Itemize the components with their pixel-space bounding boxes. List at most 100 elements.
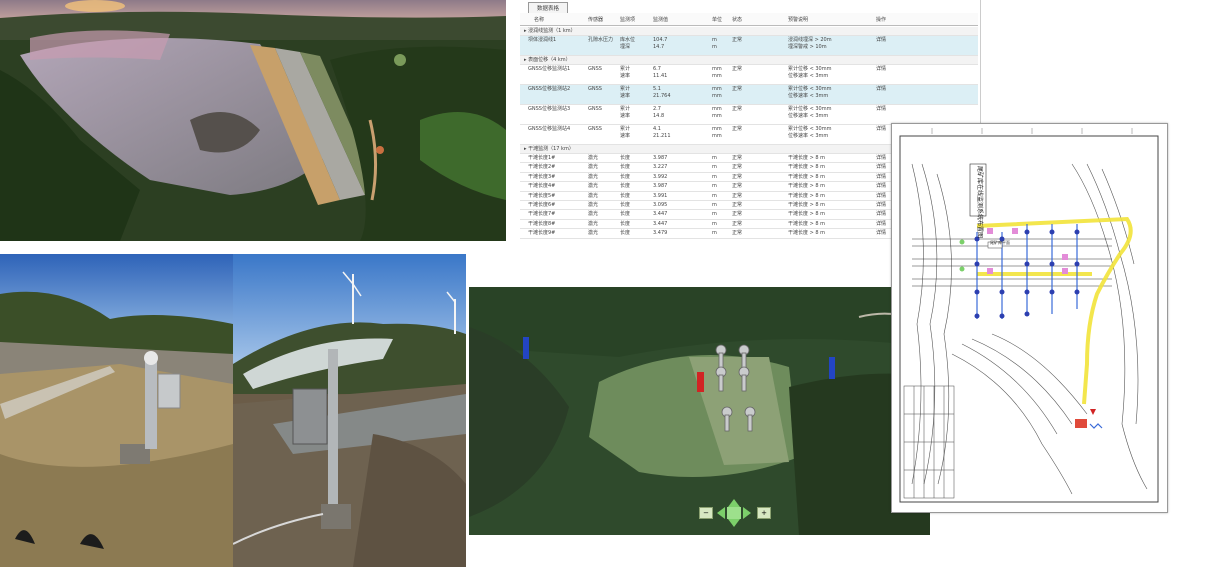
table-cell[interactable]: 详情 [876, 86, 886, 93]
table-cell: 激光 [588, 230, 599, 237]
table-cell: 6.7 11.41 [653, 66, 668, 79]
pan-up-arrow-icon[interactable] [728, 499, 740, 507]
table-cell: 累计位移 < 30mm 位移速率 < 3mm [788, 126, 832, 139]
table-cell[interactable]: 详情 [876, 221, 886, 228]
table-cell[interactable]: 详情 [876, 126, 886, 133]
tab-data-table[interactable]: 数据表格 [528, 2, 569, 13]
table-cell: 正常 [732, 220, 743, 227]
table-cell: m m [712, 37, 717, 50]
table-cell: 3.991 [653, 192, 668, 199]
table-cell: GNSS [588, 106, 602, 112]
table-cell: 长度 [620, 230, 631, 237]
zoom-out-button[interactable]: − [699, 507, 713, 519]
table-cell: 正常 [732, 164, 743, 171]
pan-left-arrow-icon[interactable] [717, 507, 725, 519]
table-cell[interactable]: 详情 [876, 230, 886, 237]
column-header: 操作 [876, 17, 887, 23]
table-tab-bar: 数据表格 [528, 2, 569, 13]
zoom-in-button[interactable]: + [757, 507, 771, 519]
table-cell: m [712, 192, 717, 199]
layout-drawing-illustration: 尾矿库在线监测系统布置图 尾矿库平面 [899, 128, 1159, 503]
table-cell: 正常 [732, 202, 743, 208]
table-row[interactable]: GNSS位移监测站2 GNSS 累计 速率 5.1 21.764 mm mm 正常 累计位移… [520, 85, 978, 105]
table-cell: 正常 [732, 183, 743, 190]
table-cell[interactable]: 详情 [876, 164, 886, 171]
table-cell: GNSS位移监测站2 [528, 86, 571, 92]
table-cell: m [712, 155, 717, 161]
table-cell: 正常 [732, 230, 743, 237]
table-cell: 累计 速率 [620, 66, 631, 79]
table-cell: 长度 [620, 155, 631, 161]
pan-down-arrow-icon[interactable] [728, 519, 740, 527]
table-cell: 长度 [620, 211, 631, 218]
table-cell: 激光 [588, 164, 599, 171]
table-cell: 激光 [588, 202, 599, 208]
table-cell: 3.987 [653, 155, 668, 161]
table-cell: 2.7 14.8 [653, 106, 665, 119]
table-row[interactable]: GNSS位移监测站3 GNSS 累计 速率 2.7 14.8 mm mm 正常 累计位移 <… [520, 105, 978, 125]
pan-right-arrow-icon[interactable] [743, 507, 751, 519]
drawing-plan-label: 尾矿库平面 [990, 239, 1010, 245]
column-header: 预警说明 [788, 17, 809, 23]
table-cell: 干滩长度6# [528, 202, 556, 208]
table-cell: ▸ 干滩监测（17 km） [524, 146, 574, 152]
table-cell: m [712, 220, 717, 227]
table-cell: 正常 [732, 126, 743, 132]
table-cell: 库水位 埋深 [620, 37, 636, 50]
table-cell: 长度 [620, 192, 631, 199]
table-cell: 正常 [732, 155, 743, 161]
table-row[interactable]: 坝体浸润线1 孔隙水压力 库水位 埋深 104.7 14.7 m m 正常 浸润线埋深 > … [520, 36, 978, 56]
table-cell: 3.447 [653, 220, 668, 227]
table-cell[interactable]: 详情 [876, 193, 886, 200]
table-cell: 浸润线埋深 > 20m 埋深警戒 > 10m [788, 37, 832, 50]
table-cell: GNSS [588, 86, 602, 92]
table-group-row[interactable]: ▸ 表面位移（4 km） [520, 56, 978, 65]
map-navigation-control[interactable]: − + [699, 499, 771, 527]
table-cell: 激光 [588, 192, 599, 199]
table-cell: 干滩长度5# [528, 192, 556, 199]
column-header: 监测值 [653, 17, 669, 23]
table-cell: 正常 [732, 86, 743, 92]
table-cell[interactable]: 详情 [876, 66, 886, 73]
table-cell: 累计 速率 [620, 126, 631, 139]
satellite-map-illustration [469, 287, 930, 535]
pan-center-button[interactable] [727, 507, 741, 519]
table-cell: GNSS [588, 126, 602, 132]
table-cell: 3.479 [653, 230, 668, 237]
table-cell: m [712, 183, 717, 190]
table-cell: 激光 [588, 173, 599, 180]
table-cell: 长度 [620, 183, 631, 190]
table-row[interactable]: GNSS位移监测站1 GNSS 累计 速率 6.7 11.41 mm mm 正常 累计位移 … [520, 65, 978, 85]
sensor-layout-drawing: 尾矿库在线监测系统布置图 尾矿库平面 [891, 123, 1168, 513]
table-cell: ▸ 浸润线监测（1 km） [524, 28, 576, 34]
map-marker-red [697, 372, 704, 392]
column-header: 单位 [712, 17, 723, 23]
table-cell: 3.992 [653, 173, 668, 180]
table-cell[interactable]: 详情 [876, 174, 886, 181]
table-group-row[interactable]: ▸ 浸润线监测（1 km） [520, 27, 978, 36]
table-cell: 累计位移 < 30mm 位移速率 < 3mm [788, 66, 832, 79]
table-cell: 干滩长度 > 8 m [788, 173, 826, 180]
spray-station-illustration [233, 254, 466, 567]
table-cell: ▸ 表面位移（4 km） [524, 57, 571, 63]
map-marker-blue-right [829, 357, 835, 379]
table-cell[interactable]: 详情 [876, 106, 886, 113]
table-cell: 激光 [588, 155, 599, 161]
table-cell[interactable]: 详情 [876, 183, 886, 190]
table-cell: 坝体浸润线1 [528, 37, 557, 43]
table-cell[interactable]: 详情 [876, 37, 886, 44]
table-cell: mm mm [712, 66, 722, 79]
table-cell: 干滩长度 > 8 m [788, 183, 826, 190]
table-cell: 长度 [620, 202, 631, 208]
table-cell: 干滩长度8# [528, 220, 556, 227]
table-cell: 激光 [588, 220, 599, 227]
table-cell: GNSS [588, 66, 602, 72]
table-cell: m [712, 211, 717, 218]
table-cell[interactable]: 详情 [876, 155, 886, 162]
satellite-map-monitoring-points[interactable]: − + [469, 287, 930, 535]
aerial-photo-illustration [0, 0, 506, 241]
table-cell: GNSS位移监测站1 [528, 66, 571, 72]
table-cell[interactable]: 详情 [876, 202, 886, 209]
table-cell[interactable]: 详情 [876, 211, 886, 218]
table-cell: 干滩长度1# [528, 155, 556, 161]
